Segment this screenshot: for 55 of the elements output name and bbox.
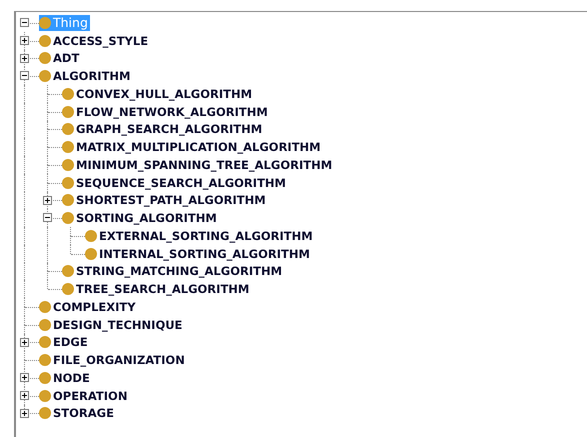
tree-item[interactable]: STORAGE bbox=[53, 405, 114, 422]
class-icon bbox=[39, 318, 51, 331]
class-icon bbox=[85, 248, 97, 260]
collapse-toggle[interactable] bbox=[43, 213, 52, 222]
expand-toggle[interactable] bbox=[43, 196, 52, 204]
tree-item[interactable]: EDGE bbox=[53, 334, 88, 350]
class-icon bbox=[62, 106, 74, 118]
expand-toggle[interactable] bbox=[20, 338, 29, 346]
tree-item[interactable]: SHORTEST_PATH_ALGORITHM bbox=[76, 192, 266, 208]
tree-item[interactable]: MINIMUM_SPANNING_TREE_ALGORITHM bbox=[76, 156, 332, 173]
tree-item[interactable]: SEQUENCE_SEARCH_ALGORITHM bbox=[76, 174, 286, 191]
tree-item[interactable]: FLOW_NETWORK_ALGORITHM bbox=[76, 104, 268, 120]
class-icon bbox=[39, 70, 51, 82]
class-icon bbox=[39, 407, 51, 420]
collapse-toggle[interactable] bbox=[20, 18, 29, 27]
class-icon bbox=[39, 336, 51, 348]
tree-item[interactable]: TREE_SEARCH_ALGORITHM bbox=[76, 281, 250, 298]
expand-toggle[interactable] bbox=[20, 373, 29, 382]
class-icon bbox=[62, 212, 74, 224]
class-icon bbox=[39, 390, 51, 402]
expand-toggle[interactable] bbox=[20, 36, 29, 45]
expand-toggle[interactable] bbox=[20, 408, 29, 418]
class-icon bbox=[62, 265, 74, 278]
tree-item[interactable]: DESIGN_TECHNIQUE bbox=[53, 316, 182, 333]
tree-item[interactable]: ALGORITHM bbox=[53, 68, 130, 84]
class-icon bbox=[39, 300, 51, 313]
tree-item[interactable]: EXTERNAL_SORTING_ALGORITHM bbox=[99, 228, 313, 244]
tree-item[interactable]: MATRIX_MULTIPLICATION_ALGORITHM bbox=[76, 139, 321, 156]
class-icon bbox=[62, 194, 74, 206]
tree-item[interactable]: OPERATION bbox=[53, 388, 128, 404]
class-icon bbox=[39, 34, 51, 47]
tree-item[interactable]: FILE_ORGANIZATION bbox=[53, 352, 185, 368]
class-icon bbox=[39, 52, 51, 64]
tree-item[interactable]: COMPLEXITY bbox=[53, 298, 136, 315]
expand-toggle[interactable] bbox=[20, 54, 29, 62]
tree-item[interactable]: SORTING_ALGORITHM bbox=[76, 210, 217, 226]
tree-item[interactable]: ACCESS_STYLE bbox=[53, 32, 148, 49]
class-icon bbox=[39, 354, 51, 366]
class-icon bbox=[39, 372, 51, 384]
tree-item[interactable]: INTERNAL_SORTING_ALGORITHM bbox=[99, 246, 310, 262]
tree-item[interactable]: NODE bbox=[53, 370, 90, 386]
tree-item[interactable]: GRAPH_SEARCH_ALGORITHM bbox=[76, 121, 262, 138]
collapse-toggle[interactable] bbox=[20, 71, 29, 80]
class-icon bbox=[39, 16, 51, 29]
tree-item[interactable]: STRING_MATCHING_ALGORITHM bbox=[76, 263, 282, 280]
class-icon bbox=[62, 158, 74, 171]
class-icon bbox=[62, 141, 74, 154]
class-icon bbox=[62, 123, 74, 136]
class-icon bbox=[62, 283, 74, 296]
class-icon bbox=[62, 176, 74, 189]
class-icon bbox=[62, 88, 74, 100]
tree-item[interactable]: ADT bbox=[53, 50, 80, 66]
expand-toggle[interactable] bbox=[20, 390, 29, 400]
class-icon bbox=[85, 230, 97, 242]
tree-item[interactable]: CONVEX_HULL_ALGORITHM bbox=[76, 86, 252, 102]
